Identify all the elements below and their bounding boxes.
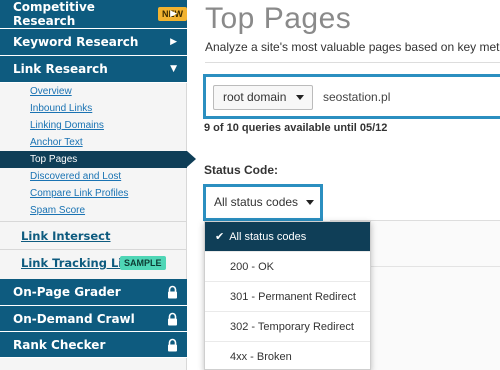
nav-label: Competitive Research: [13, 0, 95, 28]
checkmark-icon: ✔: [215, 231, 225, 243]
chevron-down-icon: [306, 200, 314, 205]
sub-item-anchor-text[interactable]: Anchor Text: [30, 134, 83, 151]
nav-label: Rank Checker: [13, 337, 106, 352]
dropdown-option-301[interactable]: 301 - Permanent Redirect: [205, 282, 370, 312]
query-bar: root domain seostation.pl: [203, 74, 500, 119]
scope-select-value: root domain: [223, 90, 287, 104]
sub-item-overview[interactable]: Overview: [30, 83, 72, 100]
sidebar: Competitive Research NEW ▶ Keyword Resea…: [0, 0, 196, 370]
nav-on-page-grader[interactable]: On-Page Grader: [0, 279, 187, 306]
sub-item-inbound-links[interactable]: Inbound Links: [30, 100, 92, 117]
chevron-down-icon: [296, 95, 304, 100]
sub-item-top-pages[interactable]: Top Pages: [0, 151, 187, 168]
nav-competitive-research[interactable]: Competitive Research NEW ▶: [0, 0, 187, 29]
page-title: Top Pages: [205, 2, 352, 35]
dropdown-option-all[interactable]: ✔ All status codes: [205, 222, 370, 252]
divider: [205, 62, 500, 63]
scope-select[interactable]: root domain: [213, 85, 313, 110]
sub-item-compare-link-profiles[interactable]: Compare Link Profiles: [30, 185, 128, 202]
nav-link-research[interactable]: Link Research ▼: [0, 56, 187, 83]
nav-on-demand-crawl[interactable]: On-Demand Crawl: [0, 306, 187, 332]
active-pointer: [187, 151, 196, 167]
status-code-select[interactable]: All status codes: [203, 184, 323, 221]
nav-label: Keyword Research: [13, 35, 139, 49]
nav-link-intersect[interactable]: Link Intersect: [21, 229, 111, 243]
sample-badge: SAMPLE: [120, 256, 166, 270]
nav-label: On-Page Grader: [13, 285, 121, 299]
option-label: All status codes: [229, 231, 307, 243]
dropdown-option-302[interactable]: 302 - Temporary Redirect: [205, 312, 370, 342]
status-select-value: All status codes: [214, 195, 299, 209]
dropdown-option-200[interactable]: 200 - OK: [205, 252, 370, 282]
sub-item-discovered-and-lost[interactable]: Discovered and Lost: [30, 168, 121, 185]
sub-item-linking-domains[interactable]: Linking Domains: [30, 117, 104, 134]
nav-rank-checker[interactable]: Rank Checker: [0, 332, 187, 358]
nav-label: Link Research: [13, 62, 108, 76]
domain-input[interactable]: seostation.pl: [323, 90, 390, 104]
lock-icon: [168, 312, 177, 325]
sub-item-spam-score[interactable]: Spam Score: [30, 202, 85, 219]
chevron-right-icon: ▶: [170, 9, 177, 19]
chevron-down-icon: ▼: [170, 64, 177, 74]
status-code-label: Status Code:: [204, 163, 279, 177]
lock-icon: [168, 338, 177, 351]
nav-label: On-Demand Crawl: [13, 311, 135, 326]
queries-remaining: 9 of 10 queries available until 05/12: [204, 122, 388, 134]
chevron-right-icon: ▶: [170, 37, 177, 47]
dropdown-option-4xx[interactable]: 4xx - Broken: [205, 342, 370, 370]
lock-icon: [168, 285, 177, 299]
divider: [0, 221, 187, 222]
page-subtitle: Analyze a site's most valuable pages bas…: [205, 40, 500, 54]
status-code-dropdown: ✔ All status codes 200 - OK 301 - Permane…: [204, 221, 371, 370]
divider: [0, 249, 187, 250]
nav-keyword-research[interactable]: Keyword Research ▶: [0, 29, 187, 56]
